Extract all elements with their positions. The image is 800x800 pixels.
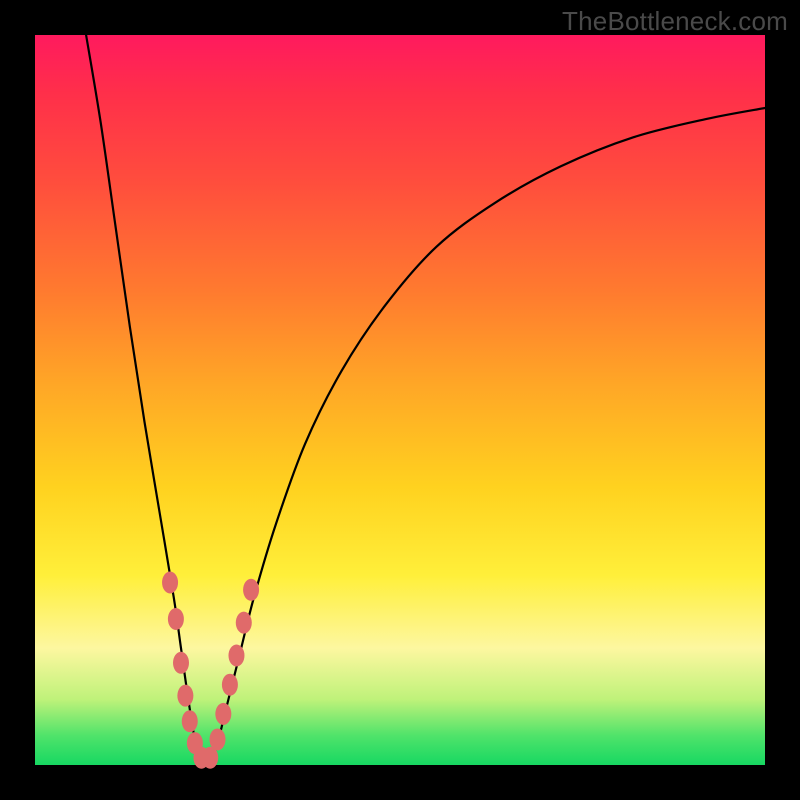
watermark-text: TheBottleneck.com (562, 6, 788, 37)
highlight-dot (236, 612, 252, 634)
highlight-dot (228, 645, 244, 667)
bottleneck-curve (86, 35, 765, 763)
highlight-dots-group (162, 572, 259, 769)
highlight-dot (243, 579, 259, 601)
chart-frame: TheBottleneck.com (0, 0, 800, 800)
highlight-dot (215, 703, 231, 725)
plot-area (35, 35, 765, 765)
curve-svg (35, 35, 765, 765)
highlight-dot (162, 572, 178, 594)
highlight-dot (222, 674, 238, 696)
highlight-dot (210, 728, 226, 750)
highlight-dot (173, 652, 189, 674)
highlight-dot (177, 685, 193, 707)
highlight-dot (182, 710, 198, 732)
highlight-dot (168, 608, 184, 630)
